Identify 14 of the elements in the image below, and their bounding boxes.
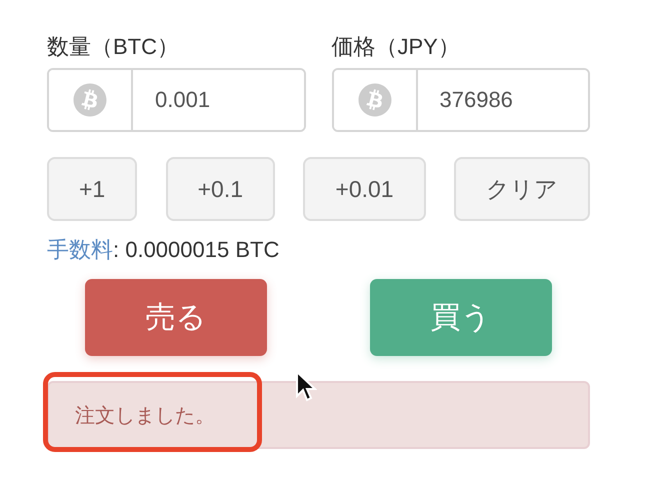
input-group[interactable]: 0.001 bbox=[47, 68, 306, 132]
quick-button[interactable]: +0.1 bbox=[166, 157, 276, 221]
quick-button[interactable]: +1 bbox=[47, 157, 138, 221]
fee-label: 手数料 bbox=[47, 236, 113, 264]
bitcoin-icon bbox=[73, 83, 107, 117]
quick-button[interactable]: +0.01 bbox=[303, 157, 426, 221]
sell-button[interactable]: 売る bbox=[85, 279, 267, 356]
alert-text: 注文しました。 bbox=[75, 404, 215, 428]
fee-value: : 0.0000015 BTC bbox=[113, 236, 280, 264]
field-label: 価格（JPY） bbox=[332, 33, 461, 61]
input-group[interactable]: 376986 bbox=[332, 68, 590, 132]
bitcoin-icon bbox=[358, 83, 392, 117]
quick-button[interactable]: クリア bbox=[454, 157, 590, 221]
field-label: 数量（BTC） bbox=[47, 33, 180, 61]
